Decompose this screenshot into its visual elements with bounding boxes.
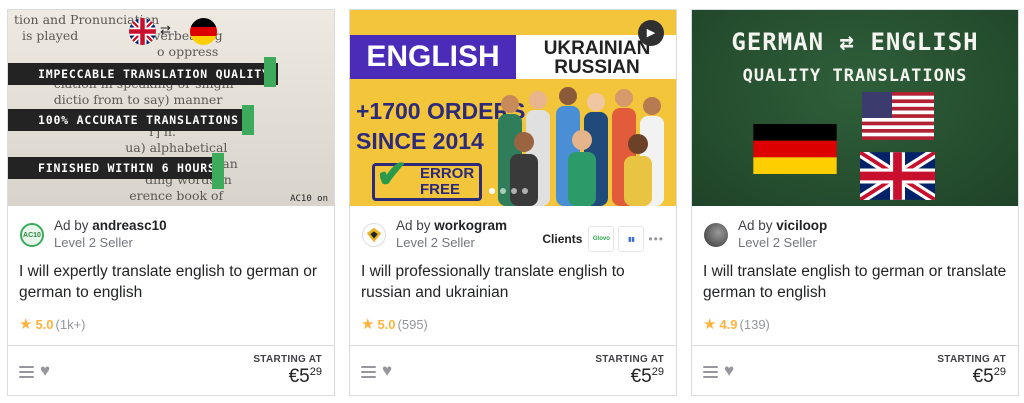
decorative-bar (212, 153, 224, 189)
heart-icon[interactable]: ♥ (382, 361, 392, 381)
gig-card[interactable]: ENGLISH UKRAINIAN RUSSIAN +1700 ORDERS S… (349, 9, 677, 396)
rating-score: 4.9 (719, 316, 738, 332)
price: €529 (288, 366, 322, 387)
error-free-label: ERROR FREE (420, 165, 475, 198)
heart-icon[interactable]: ♥ (724, 361, 734, 381)
seller-level: Level 2 Seller (396, 235, 475, 250)
more-dots-icon[interactable]: ••• (648, 232, 664, 246)
ad-label: Ad by (738, 218, 773, 233)
client-logo-glovo[interactable]: Glovo (588, 226, 615, 252)
rating-score: 5.0 (35, 316, 54, 332)
avatar[interactable] (704, 223, 728, 247)
gig-thumbnail[interactable]: GERMAN ⇄ ENGLISH QUALITY TRANSLATIONS (692, 10, 1018, 206)
seller-info: Ad by viciloop Level 2 Seller (704, 217, 827, 251)
gig-title-link[interactable]: I will translate english to german or tr… (703, 261, 1009, 303)
thumbnail-headline: GERMAN ⇄ ENGLISH (731, 28, 979, 56)
decorative-bar (264, 57, 276, 87)
price: €529 (630, 366, 664, 387)
clients-label: Clients (542, 232, 583, 246)
thumbnail-banner: FINISHED WITHIN 6 HOURS (8, 157, 224, 179)
seller-name-link[interactable]: andreasc10 (92, 218, 166, 233)
seller-name-link[interactable]: workogram (434, 218, 507, 233)
rating-count: (595) (397, 316, 428, 332)
usa-flag-icon (862, 92, 934, 140)
ad-label: Ad by (396, 218, 431, 233)
starting-at-label: STARTING AT (937, 354, 1006, 365)
gig-thumbnail[interactable]: tion and Pronunciation is played 2 overb… (8, 10, 334, 206)
menu-icon[interactable] (361, 366, 376, 378)
card-footer: ♥ STARTING AT €529 (692, 345, 1018, 395)
starting-at-label: STARTING AT (595, 354, 664, 365)
uk-flag-icon (129, 18, 156, 45)
clients-section: Clients Glovo ▮▮ ••• (542, 226, 664, 252)
thumbnail-banner: 100% ACCURATE TRANSLATIONS (8, 109, 247, 131)
ad-label: Ad by (54, 218, 89, 233)
thumbnail-watermark: AC10 on (290, 194, 328, 204)
play-icon[interactable]: ▶ (638, 20, 664, 46)
menu-icon[interactable] (703, 366, 718, 378)
star-icon: ★ (19, 316, 33, 333)
avatar[interactable]: AC10 (20, 223, 44, 247)
seller-info: AC10 Ad by andreasc10 Level 2 Seller (20, 217, 167, 251)
decorative-bar (242, 105, 254, 135)
avatar[interactable] (362, 223, 386, 247)
client-logo[interactable]: ▮▮ (618, 226, 645, 252)
heart-icon[interactable]: ♥ (40, 361, 50, 381)
carousel-dots[interactable] (489, 188, 533, 194)
rating-count: (1k+) (55, 316, 86, 332)
swap-arrows-icon: ⇄ (160, 22, 171, 37)
uk-flag-icon (860, 152, 935, 200)
germany-flag-icon (190, 18, 217, 45)
price: €529 (972, 366, 1006, 387)
rating-score: 5.0 (377, 316, 396, 332)
checkmark-icon: ✔ (376, 154, 408, 196)
gig-card[interactable]: tion and Pronunciation is played 2 overb… (7, 9, 335, 396)
thumbnail-banner: IMPECCABLE TRANSLATION QUALITY (8, 63, 278, 85)
seller-level: Level 2 Seller (54, 235, 133, 250)
seller-name-link[interactable]: viciloop (776, 218, 827, 233)
rating-count: (139) (739, 316, 770, 332)
gig-thumbnail[interactable]: ENGLISH UKRAINIAN RUSSIAN +1700 ORDERS S… (350, 10, 676, 206)
rating: ★ 5.0 (1k+) (19, 315, 86, 333)
thumbnail-subline: QUALITY TRANSLATIONS (742, 66, 968, 86)
starting-at-label: STARTING AT (253, 354, 322, 365)
gig-title-link[interactable]: I will professionally translate english … (361, 261, 667, 303)
swap-arrows-icon: ⇄ (839, 28, 855, 56)
star-icon: ★ (703, 316, 717, 333)
card-footer: ♥ STARTING AT €529 (8, 345, 334, 395)
gig-card[interactable]: GERMAN ⇄ ENGLISH QUALITY TRANSLATIONS Ad… (691, 9, 1019, 396)
gig-title-link[interactable]: I will expertly translate english to ger… (19, 261, 325, 303)
thumbnail-english-label: ENGLISH (350, 35, 516, 79)
seller-level: Level 2 Seller (738, 235, 817, 250)
gig-grid: tion and Pronunciation is played 2 overb… (0, 0, 1024, 403)
star-icon: ★ (361, 316, 375, 333)
card-footer: ♥ STARTING AT €529 (350, 345, 676, 395)
rating: ★ 5.0 (595) (361, 315, 428, 333)
germany-flag-icon (753, 124, 837, 174)
menu-icon[interactable] (19, 366, 34, 378)
seller-info: Ad by workogram Level 2 Seller (362, 217, 507, 251)
rating: ★ 4.9 (139) (703, 315, 770, 333)
